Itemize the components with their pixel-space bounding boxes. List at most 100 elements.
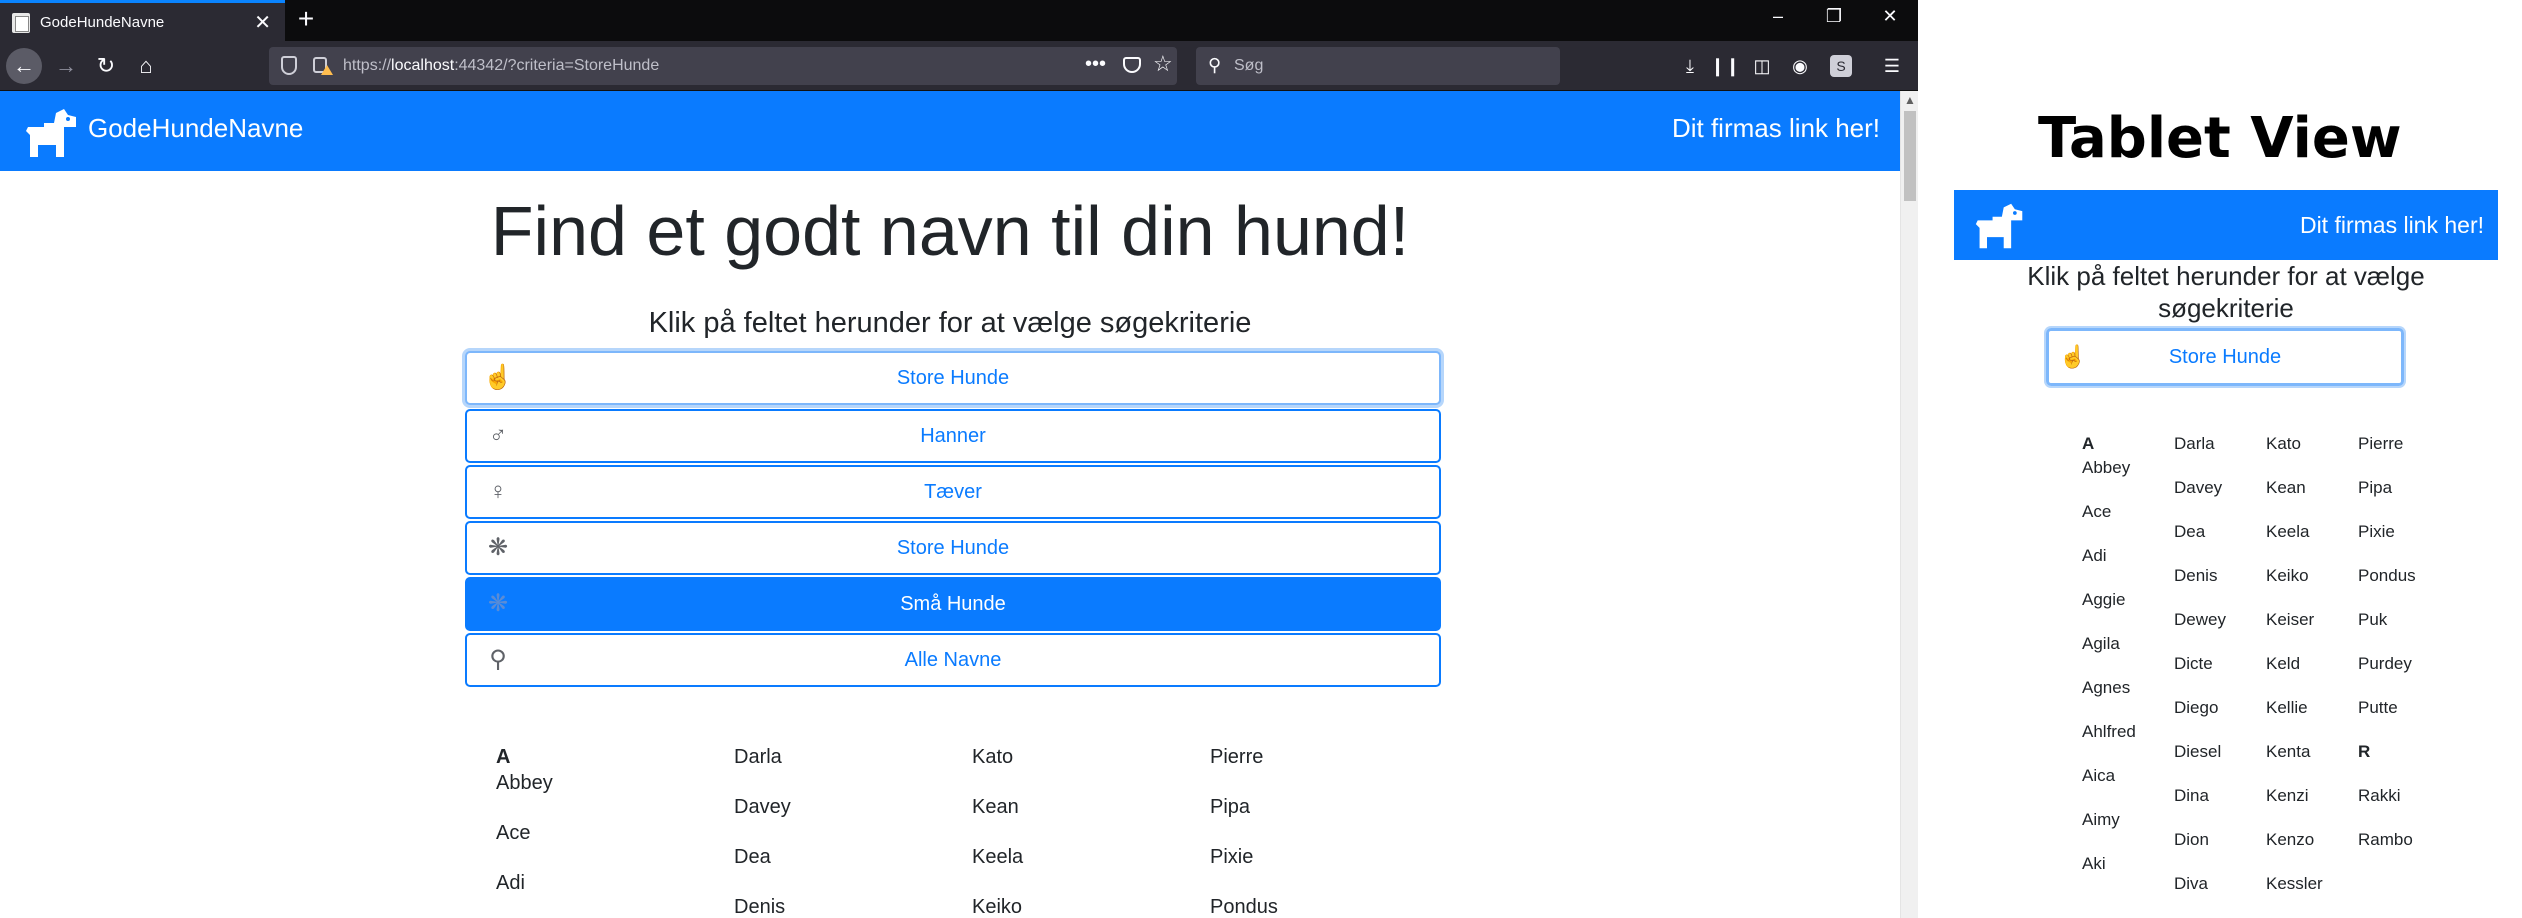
list-item: Kato (972, 746, 1014, 768)
list-item: Diego (2174, 698, 2219, 717)
option-alle-navne[interactable]: ⚲ Alle Navne (465, 633, 1441, 687)
list-item: Agnes (2082, 678, 2131, 697)
option-label: Alle Navne (904, 649, 1002, 671)
page-actions-icon[interactable]: ••• (1085, 53, 1106, 76)
tab-godehundenavne[interactable]: GodeHundeNavne ✕ (0, 0, 285, 41)
list-item: Dicte (2174, 654, 2213, 673)
female-icon: ♀ (489, 478, 507, 505)
option-hanner[interactable]: ♂ Hanner (465, 409, 1441, 463)
list-item: Pixie (1210, 846, 1254, 868)
option-label: Tæver (924, 481, 982, 503)
tab-strip: GodeHundeNavne ✕ + – ❐ ✕ (0, 0, 1918, 41)
star-icon[interactable]: ☆ (1153, 51, 1173, 77)
small-paw-icon: ❋ (487, 590, 509, 617)
list-item: Ace (496, 822, 531, 844)
criteria-selector[interactable]: ☝ Store Hunde (465, 351, 1441, 405)
scrollbar-thumb[interactable] (1904, 111, 1916, 201)
option-label: Store Hunde (896, 367, 1010, 389)
list-item: Darla (734, 746, 782, 768)
firm-link[interactable]: Dit firmas link her! (1672, 113, 1880, 144)
sidebar-icon[interactable]: ◫ (1750, 53, 1774, 79)
pocket-icon[interactable] (1123, 57, 1141, 73)
tablet-navbar: Dit firmas link her! (1954, 190, 2498, 260)
list-item: Kellie (2266, 698, 2308, 717)
restore-button[interactable]: ❐ (1806, 6, 1862, 27)
list-item: Denis (2174, 566, 2218, 585)
library-icon[interactable]: ❙❙ (1710, 53, 1740, 79)
tablet-subtitle-line: Klik på feltet herunder for at vælge (2027, 261, 2425, 291)
option-label: Store Hunde (896, 537, 1010, 559)
back-icon[interactable]: ← (6, 48, 42, 84)
list-item: Keela (2266, 522, 2310, 541)
url-bar[interactable]: https://localhost:44342/?criteria=StoreH… (269, 47, 1177, 85)
tablet-subtitle-line: søgekriterie (2158, 293, 2294, 323)
list-item: Dewey (2174, 610, 2226, 629)
list-item: Dea (734, 846, 771, 868)
new-tab-button[interactable]: + (288, 3, 324, 35)
reload-icon[interactable]: ↻ (88, 48, 124, 84)
search-placeholder: Søg (1234, 57, 1264, 74)
list-item: Pierre (1210, 746, 1264, 768)
tab-close-icon[interactable]: ✕ (254, 10, 271, 35)
close-window-button[interactable]: ✕ (1862, 6, 1918, 27)
hand-pointer-icon: ☝ (483, 364, 513, 391)
nav-toolbar: ← → ↻ ⌂ https://localhost:44342/?criteri… (0, 41, 1918, 91)
list-item: Kenzo (2266, 830, 2315, 849)
dog-logo-icon[interactable] (24, 105, 80, 161)
list-item: Ace (2082, 502, 2112, 521)
list-item: Keiko (2266, 566, 2309, 585)
minimize-button[interactable]: – (1750, 6, 1806, 27)
tablet-view-heading: Tablet View (2038, 106, 2402, 171)
list-item: Davey (734, 796, 791, 818)
list-item: Keld (2266, 654, 2301, 673)
download-icon[interactable]: ⤓ (1678, 53, 1702, 79)
option-store-hunde[interactable]: ❋ Store Hunde (465, 521, 1441, 575)
list-item: Aimy (2082, 810, 2120, 829)
site-brand[interactable]: GodeHundeNavne (88, 113, 303, 144)
list-item: Purdey (2358, 654, 2412, 673)
tablet-subtitle: Klik på feltet herunder for at vælge søg… (1954, 260, 2498, 324)
list-item: Ahlfred (2082, 722, 2136, 741)
list-item: Rambo (2358, 830, 2413, 849)
list-item: Kenta (2266, 742, 2311, 761)
list-item: Adi (2082, 546, 2107, 565)
letter-heading: R (2358, 742, 2371, 761)
list-item: Pondus (2358, 566, 2416, 585)
list-item: Kessler (2266, 874, 2323, 893)
tablet-firm-link[interactable]: Dit firmas link her! (2300, 212, 2484, 239)
list-item: Kean (2266, 478, 2306, 497)
search-bar[interactable]: ⚲ Søg (1196, 47, 1560, 85)
option-label: Hanner (920, 425, 986, 447)
list-item: Davey (2174, 478, 2223, 497)
option-taever[interactable]: ♀ Tæver (465, 465, 1441, 519)
list-item: Aggie (2082, 590, 2126, 609)
option-label: Store Hunde (2168, 346, 2282, 368)
male-icon: ♂ (489, 422, 507, 449)
list-item: Diesel (2174, 742, 2222, 761)
dog-logo-icon[interactable] (1974, 200, 2026, 252)
list-item: Puk (2358, 610, 2388, 629)
shield-icon[interactable] (281, 56, 297, 75)
list-item: Keela (972, 846, 1024, 868)
page-scrollbar[interactable]: ▲ (1900, 91, 1918, 918)
option-smaa-hunde[interactable]: ❋ Små Hunde (465, 577, 1441, 631)
home-icon[interactable]: ⌂ (128, 48, 164, 84)
list-item: Adi (496, 872, 525, 894)
tablet-criteria-selector[interactable]: ☝ Store Hunde (2046, 328, 2404, 386)
page-subtitle: Klik på feltet herunder for at vælge søg… (648, 307, 1252, 339)
account-icon[interactable]: ◉ (1788, 53, 1812, 79)
forward-icon[interactable]: → (48, 48, 84, 84)
list-item: Keiser (2266, 610, 2315, 629)
list-item: Dina (2174, 786, 2209, 805)
menu-icon[interactable]: ☰ (1880, 53, 1904, 79)
list-item: Abbey (496, 772, 553, 794)
scroll-up-icon[interactable]: ▲ (1904, 93, 1916, 107)
paw-icon: ❋ (487, 534, 509, 561)
extension-icon[interactable]: S (1830, 55, 1852, 77)
url-text[interactable]: https://localhost:44342/?criteria=StoreH… (343, 57, 659, 75)
list-item: Pondus (1210, 896, 1278, 918)
list-item: Pipa (2358, 478, 2393, 497)
search-icon: ⚲ (489, 646, 507, 673)
page-title: Find et godt navn til din hund! (490, 192, 1410, 270)
letter-heading: A (2082, 434, 2095, 453)
